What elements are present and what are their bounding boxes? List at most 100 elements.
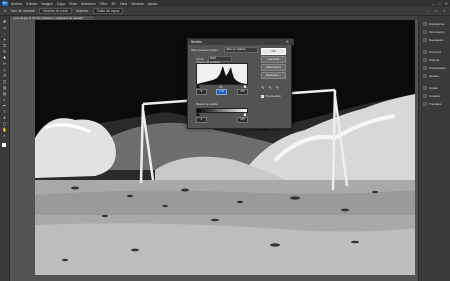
panel-channels[interactable]: Canales [423, 92, 449, 99]
histogram [196, 63, 248, 85]
output-white-field[interactable]: 255 [237, 117, 248, 123]
quick-select-tool-icon[interactable]: ✦ [2, 38, 7, 42]
path-select-icon[interactable]: ➤ [2, 116, 7, 120]
output-levels-label: Niveles de salida: [196, 102, 218, 106]
close-window-button[interactable]: ✕ [445, 1, 448, 6]
maximize-button[interactable]: □ [438, 1, 440, 6]
stamp-tool-icon[interactable]: ⊥ [2, 68, 7, 72]
gradient-tool-icon[interactable]: ▤ [2, 86, 7, 90]
image-canvas[interactable]: Niveles ✕ Valor predeterminado: Valor po… [35, 20, 415, 275]
panel-paths[interactable]: Trazados [423, 100, 449, 107]
panel-label: Trazados [429, 101, 442, 106]
sample-label: Muestra: [76, 9, 89, 13]
ok-button[interactable]: OK [261, 48, 286, 55]
black-eyedropper-icon[interactable]: ✎ [261, 85, 264, 90]
share-icon[interactable]: ⇪ [443, 9, 446, 13]
history-icon [423, 57, 427, 62]
tools-panel: ✥ ▭ ◌ ✦ ⌗ ✎ ✚ ✏ ⊥ ↺ ◫ ▤ ◍ ◐ ✒ T ➤ ▢ ✋ ⌕ [0, 16, 10, 281]
input-white-field[interactable]: 255 [237, 89, 248, 95]
panel-label: Histograma [429, 21, 445, 26]
panel-label: Historia [429, 57, 440, 62]
foreground-color-swatch[interactable] [2, 143, 6, 147]
menu-file[interactable]: Archivo [11, 2, 22, 6]
menu-image[interactable]: Imagen [41, 2, 52, 6]
preview-toggle[interactable]: ✓ Previsualizar [261, 94, 281, 98]
panel-label: Ajustes [429, 73, 439, 78]
adjustments-icon [423, 73, 427, 78]
eraser-tool-icon[interactable]: ◫ [2, 80, 7, 84]
panel-histogram[interactable]: Histograma [423, 20, 449, 27]
input-black-field[interactable]: 0 [196, 89, 207, 95]
info-icon [423, 29, 427, 34]
brush-tool-icon[interactable]: ✏ [2, 62, 7, 66]
preset-select[interactable]: Valor por defecto [224, 47, 258, 53]
auto-button[interactable]: Automático [261, 64, 286, 71]
sample-size-label: Tam. de muestra: [10, 9, 36, 13]
options-bar: ✎ Tam. de muestra: Muestra de punto Mues… [0, 7, 450, 16]
sample-size-select[interactable]: Muestra de punto [39, 8, 73, 14]
panel-layers[interactable]: Capas [423, 84, 449, 91]
navigator-icon [423, 37, 427, 42]
histogram-icon [423, 21, 427, 26]
blur-tool-icon[interactable]: ◍ [2, 92, 7, 96]
eyedropper-tool-icon[interactable]: ✎ [2, 50, 7, 54]
cancel-button[interactable]: Cancelar [261, 56, 286, 63]
sample-select[interactable]: Todas las capas [92, 8, 124, 14]
minimize-button[interactable]: – [432, 1, 434, 6]
panel-label: Propiedades [429, 65, 446, 70]
dodge-tool-icon[interactable]: ◐ [2, 98, 7, 102]
white-eyedropper-icon[interactable]: ✎ [276, 85, 279, 90]
marquee-tool-icon[interactable]: ▭ [2, 26, 7, 30]
layers-icon [423, 85, 427, 90]
lasso-tool-icon[interactable]: ◌ [2, 32, 7, 36]
input-sliders[interactable] [196, 84, 248, 88]
properties-icon [423, 65, 427, 70]
menu-3d[interactable]: 3D [111, 2, 115, 6]
menu-window[interactable]: Ventana [131, 2, 143, 6]
eyedropper-group: ✎ ✎ ✎ [261, 85, 279, 90]
search-icon[interactable]: ⌕ [428, 9, 430, 13]
move-tool-icon[interactable]: ✥ [2, 20, 7, 24]
menu-help[interactable]: Ayuda [148, 2, 158, 6]
preview-label: Previsualizar [265, 94, 282, 98]
menu-filter[interactable]: Filtro [100, 2, 108, 6]
pen-tool-icon[interactable]: ✒ [2, 104, 7, 108]
hand-tool-icon[interactable]: ✋ [2, 128, 7, 132]
healing-tool-icon[interactable]: ✚ [2, 56, 7, 60]
actions-icon [423, 49, 427, 54]
input-gamma-field[interactable]: 1,00 [216, 89, 227, 95]
menu-edit[interactable]: Edición [26, 2, 37, 6]
gray-eyedropper-icon[interactable]: ✎ [268, 85, 271, 90]
panel-label: Navegador [429, 37, 444, 42]
close-icon[interactable]: ✕ [286, 39, 289, 45]
eyedropper-tool-icon[interactable]: ✎ [4, 9, 7, 13]
panel-history[interactable]: Historia [423, 56, 449, 63]
workspace-icon[interactable]: ▭ [435, 9, 438, 13]
panel-label: Acciones [429, 49, 442, 54]
menu-layer[interactable]: Capa [57, 2, 65, 6]
panel-properties[interactable]: Propiedades [423, 64, 449, 71]
panel-label: Información [429, 29, 445, 34]
menu-type[interactable]: Texto [69, 2, 77, 6]
shape-tool-icon[interactable]: ▢ [2, 122, 7, 126]
type-tool-icon[interactable]: T [2, 110, 7, 114]
output-sliders[interactable] [196, 112, 248, 116]
zoom-tool-icon[interactable]: ⌕ [2, 134, 7, 138]
dialog-title: Niveles [188, 39, 294, 45]
panel-navigator[interactable]: Navegador [423, 36, 449, 43]
menu-select[interactable]: Selección [81, 2, 96, 6]
preset-label: Valor predeterminado: [191, 48, 219, 52]
menu-bar: Ps Archivo Edición Imagen Capa Texto Sel… [0, 0, 450, 7]
options-button[interactable]: Opciones... [261, 72, 286, 79]
paths-icon [423, 101, 427, 106]
panel-label: Canales [429, 93, 441, 98]
panel-adjustments[interactable]: Ajustes [423, 72, 449, 79]
app-logo: Ps [2, 1, 8, 6]
menu-view[interactable]: Vista [120, 2, 127, 6]
crop-tool-icon[interactable]: ⌗ [2, 44, 7, 48]
output-black-field[interactable]: 0 [196, 117, 207, 123]
panel-info[interactable]: Información [423, 28, 449, 35]
history-brush-icon[interactable]: ↺ [2, 74, 7, 78]
panel-actions[interactable]: Acciones [423, 48, 449, 55]
preview-checkbox[interactable]: ✓ [261, 94, 264, 98]
